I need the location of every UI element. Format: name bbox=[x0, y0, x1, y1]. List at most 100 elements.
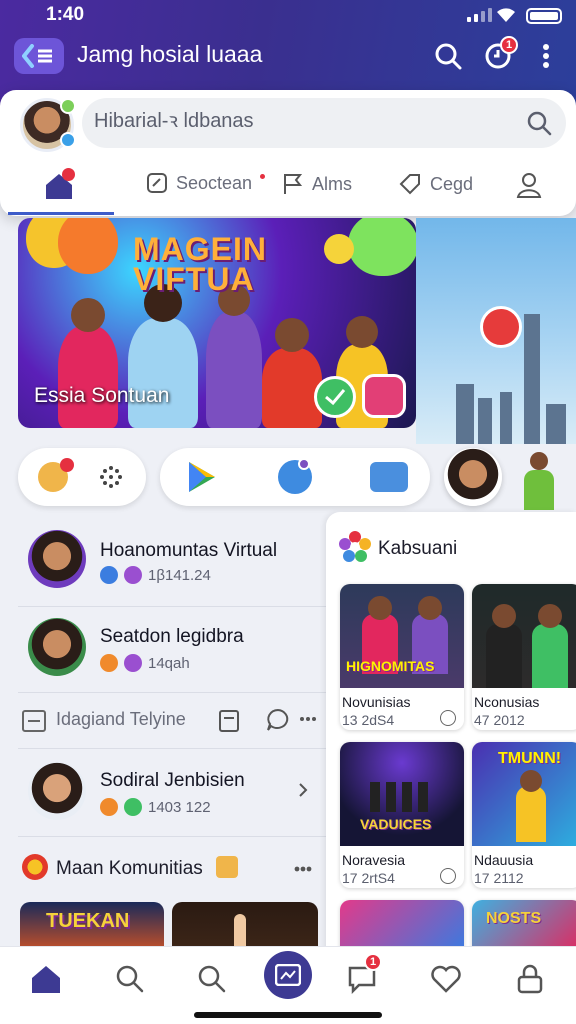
nav-create[interactable] bbox=[264, 951, 312, 999]
search-icon[interactable] bbox=[526, 110, 552, 136]
more-menu-button[interactable] bbox=[530, 40, 562, 72]
tile-image: VADUICES bbox=[340, 742, 464, 846]
video-tile[interactable] bbox=[340, 900, 464, 952]
tile-title: Ndauusia bbox=[474, 852, 534, 868]
tile-title: Nconusias bbox=[474, 694, 540, 710]
nav-locked[interactable] bbox=[512, 961, 548, 997]
video-tile[interactable]: NOSTS bbox=[472, 900, 576, 952]
status-dot-icon bbox=[60, 98, 76, 114]
comment-icon[interactable] bbox=[266, 708, 290, 732]
video-tile[interactable]: TMUNN! Ndauusia 17 2112 bbox=[472, 742, 576, 888]
nav-favorites[interactable] bbox=[428, 961, 464, 997]
tag-shape-icon bbox=[399, 174, 420, 195]
flag-icon bbox=[284, 174, 303, 194]
tab-bar: Seoctean Alms Cegd bbox=[0, 162, 576, 215]
tile-title: Novunisias bbox=[342, 694, 411, 710]
notifications-button[interactable]: 1 bbox=[482, 36, 518, 72]
image-icon[interactable] bbox=[22, 710, 46, 732]
more-horizontal-icon[interactable] bbox=[300, 716, 316, 722]
hero-banner[interactable]: MAGEIN VIFTUA Essia Sontuan bbox=[18, 218, 416, 428]
community-tile[interactable] bbox=[172, 902, 318, 950]
tab-alms[interactable]: Alms bbox=[282, 172, 352, 196]
tile-meta: 17 2rtS4 bbox=[342, 870, 395, 886]
nav-explore[interactable] bbox=[194, 961, 230, 997]
instagram-icon[interactable] bbox=[362, 374, 406, 418]
apps-pill[interactable] bbox=[160, 448, 430, 506]
search-input[interactable] bbox=[94, 110, 494, 133]
search-field[interactable] bbox=[82, 98, 566, 148]
tile-image-text: HIGNOMITAS bbox=[346, 658, 435, 674]
tile-meta: 13 2dS4 bbox=[342, 712, 395, 728]
feed-item[interactable]: Seatdon legidbra 14qah bbox=[18, 618, 328, 678]
video-tile[interactable]: VADUICES Noravesia 17 2rtS4 bbox=[340, 742, 464, 888]
divider bbox=[18, 836, 326, 837]
tab-seoctean[interactable]: Seoctean bbox=[146, 172, 266, 194]
star-icon bbox=[100, 798, 118, 816]
search-button[interactable] bbox=[432, 40, 464, 72]
tile-image-text: VADUICES bbox=[360, 816, 432, 832]
feed-name: Seatdon legidbra bbox=[100, 626, 244, 647]
emoji-icon[interactable] bbox=[440, 710, 456, 726]
tile-image: TMUNN! bbox=[472, 742, 576, 846]
nav-search[interactable] bbox=[112, 961, 148, 997]
feed-item[interactable]: Hoanomuntas Virtual 1β141.24 bbox=[18, 530, 328, 590]
clipboard-icon[interactable] bbox=[218, 708, 240, 732]
tab-home[interactable] bbox=[8, 168, 114, 215]
emoji-icon bbox=[324, 234, 354, 264]
status-bar: 1:40 bbox=[0, 4, 576, 26]
section-title: Maan Komunitias bbox=[56, 858, 203, 879]
signal-icon bbox=[467, 8, 492, 22]
section-header: Maan Komunitias bbox=[22, 852, 328, 886]
wifi-icon bbox=[497, 8, 515, 22]
search-icon bbox=[435, 43, 462, 70]
tile-title: Noravesia bbox=[342, 852, 406, 868]
tab-dot bbox=[260, 173, 266, 179]
back-button[interactable] bbox=[14, 38, 64, 74]
nav-messages[interactable]: 1 bbox=[344, 953, 382, 997]
feed-avatar bbox=[28, 618, 86, 676]
share-icon bbox=[100, 566, 118, 584]
chevron-right-icon[interactable] bbox=[298, 782, 308, 798]
video-icon[interactable] bbox=[370, 462, 408, 492]
tab-profile[interactable] bbox=[516, 172, 542, 198]
tab-badge bbox=[62, 168, 75, 181]
tab-cegd[interactable]: Cegd bbox=[398, 172, 473, 196]
divider bbox=[18, 692, 326, 693]
panel-title: Kabsuani bbox=[378, 538, 458, 559]
person-figure-image bbox=[516, 452, 562, 510]
tile-image: NOSTS bbox=[472, 900, 576, 952]
divider bbox=[18, 748, 326, 749]
nav-home[interactable] bbox=[28, 961, 64, 997]
bottom-nav: 1 bbox=[0, 946, 576, 1024]
user-avatar[interactable] bbox=[444, 448, 502, 506]
feed-item[interactable]: Sodiral Jenbisien 1403 122 bbox=[18, 762, 328, 822]
more-horizontal-icon[interactable] bbox=[294, 866, 312, 872]
feed-name: Sodiral Jenbisien bbox=[100, 770, 245, 791]
lock-icon bbox=[517, 964, 543, 994]
star-icon bbox=[100, 654, 118, 672]
emoji-icon[interactable] bbox=[440, 868, 456, 884]
home-indicator bbox=[194, 1012, 382, 1018]
more-vertical-icon bbox=[543, 44, 549, 68]
tag-icon bbox=[147, 173, 167, 193]
red-badge-icon bbox=[480, 306, 522, 348]
status-time: 1:40 bbox=[46, 4, 85, 25]
search-icon bbox=[116, 965, 144, 993]
community-tile-text: TUEKAN bbox=[46, 910, 130, 932]
action-row-label[interactable]: Idagiand Telyine bbox=[56, 709, 186, 730]
search-icon bbox=[198, 965, 226, 993]
play-store-icon[interactable] bbox=[186, 460, 218, 494]
community-tile[interactable]: TUEKAN bbox=[20, 902, 164, 950]
feed-meta: 1β141.24 bbox=[100, 566, 211, 584]
user-icon bbox=[516, 173, 542, 198]
video-tile[interactable]: Nconusias 47 2012 bbox=[472, 584, 576, 730]
check-badge-icon bbox=[314, 376, 356, 418]
chat-badge bbox=[298, 458, 310, 470]
app-title: Jamg hosial luaaa bbox=[77, 41, 263, 67]
video-tile[interactable]: HIGNOMITAS Novunisias 13 2dS4 bbox=[340, 584, 464, 730]
reactions-pill[interactable] bbox=[18, 448, 146, 506]
tile-image-text: NOSTS bbox=[486, 910, 542, 927]
dots-grid-icon bbox=[100, 466, 122, 488]
feed-avatar bbox=[28, 762, 86, 820]
tab-label: Seoctean bbox=[176, 172, 253, 193]
